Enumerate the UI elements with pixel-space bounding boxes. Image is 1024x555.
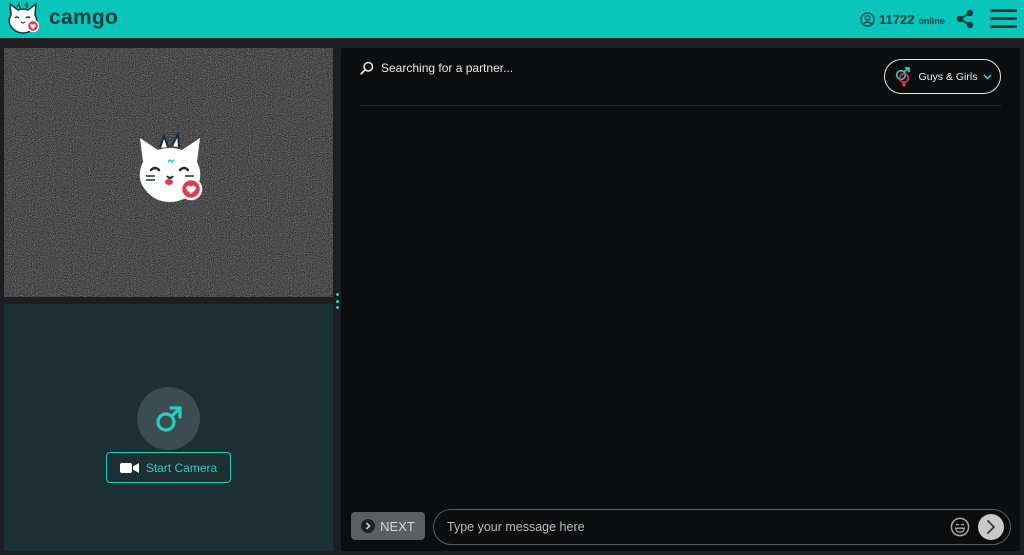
search-status-text: Searching for a partner...: [381, 61, 514, 75]
online-label: online: [918, 15, 945, 26]
gender-filter-label: Guys & Girls: [918, 70, 978, 83]
message-list: [360, 108, 1001, 503]
partner-video: [4, 48, 333, 297]
chevron-right-icon: [361, 519, 376, 533]
male-symbol-icon: [155, 405, 182, 432]
self-video: Start Camera: [4, 304, 333, 551]
next-button[interactable]: NEXT: [351, 512, 425, 540]
share-icon[interactable]: [954, 8, 976, 30]
chat-panel: Searching for a partner... Guys & Girls …: [341, 48, 1020, 551]
send-arrow-icon: [987, 520, 995, 534]
send-button[interactable]: [978, 514, 1004, 540]
gender-filter-icon: [895, 66, 910, 86]
chat-divider: [360, 105, 1001, 106]
search-status: Searching for a partner...: [360, 61, 513, 75]
chevron-down-icon: [983, 73, 993, 80]
brand-name[interactable]: camgo: [49, 6, 118, 30]
message-composer: [433, 509, 1011, 545]
start-camera-button[interactable]: Start Camera: [106, 452, 231, 483]
gender-selector[interactable]: [137, 387, 200, 450]
search-icon: [360, 61, 374, 75]
emoji-icon[interactable]: [950, 517, 970, 537]
top-bar: camgo 11722 online: [0, 0, 1024, 38]
hamburger-menu-icon[interactable]: [990, 9, 1017, 29]
cat-logo-icon[interactable]: [5, 2, 41, 36]
panel-resize-handle[interactable]: [336, 293, 339, 309]
start-camera-label: Start Camera: [145, 460, 218, 475]
user-circle-icon: [860, 11, 875, 27]
video-camera-icon: [119, 462, 139, 473]
online-count: 11722: [879, 11, 915, 27]
online-counter: 11722 online: [860, 9, 945, 29]
message-input[interactable]: [447, 510, 927, 544]
gender-filter-dropdown[interactable]: Guys & Girls: [884, 59, 1001, 94]
cat-mascot-icon: [139, 132, 203, 202]
next-label: NEXT: [380, 518, 415, 534]
